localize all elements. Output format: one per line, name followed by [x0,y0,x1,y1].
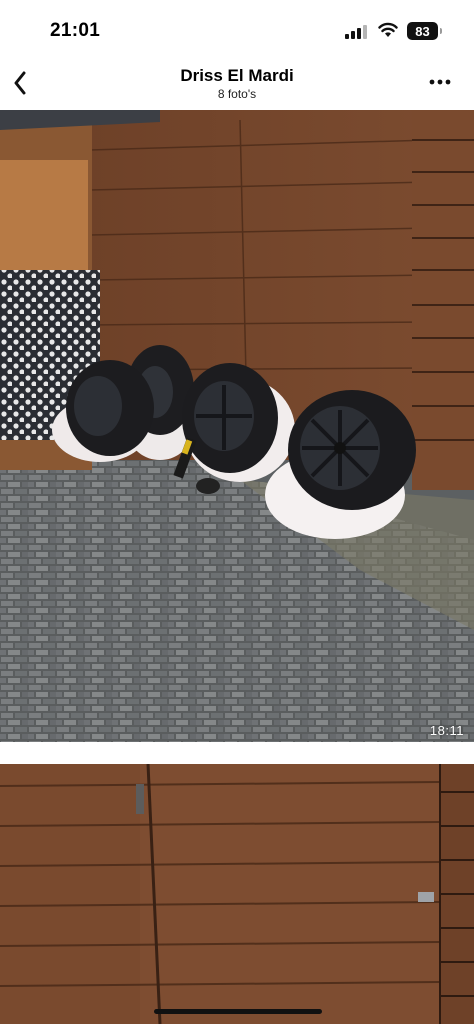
status-time: 21:01 [50,20,101,41]
photo-1-image [0,110,474,742]
more-dots-icon [429,79,451,85]
photo-2-image [0,764,474,1024]
photo-count: 8 foto's [217,87,257,101]
photo-2[interactable] [0,764,474,1024]
home-indicator [154,1009,322,1014]
page-title: Driss El Mardi [180,66,294,85]
chat-header: Driss El Mardi 8 foto's [0,62,474,108]
signal-icon [345,25,367,39]
more-button[interactable] [426,70,454,94]
status-bar: 21:01 83 [0,0,474,62]
battery-icon: 83 [407,22,438,40]
battery-cap [440,28,442,34]
wifi-icon [378,22,398,37]
photo-1[interactable]: 18:11 [0,110,474,742]
video-duration: 18:11 [429,723,464,738]
